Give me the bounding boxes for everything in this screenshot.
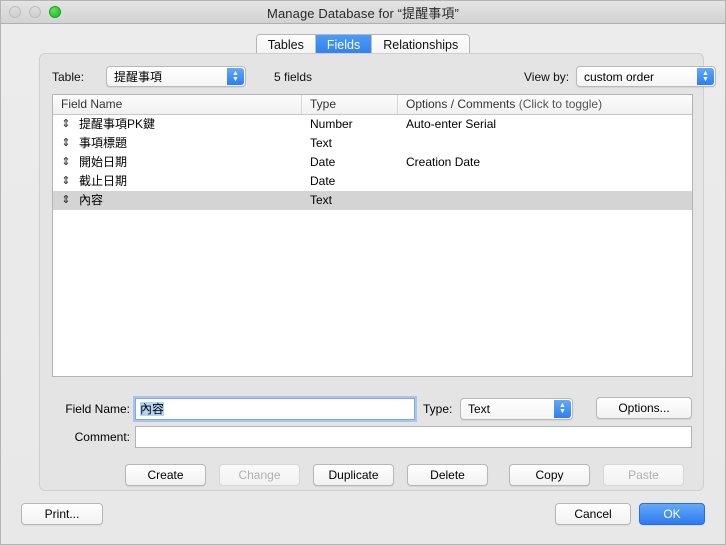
row-field-type: Number: [310, 117, 353, 131]
table-row-selected[interactable]: ⇕ 內容 Text: [53, 191, 692, 210]
chevron-updown-icon: ▲ ▼: [554, 400, 571, 418]
row-drag-handle-icon[interactable]: ⇕: [53, 134, 79, 153]
row-field-options: [398, 134, 692, 153]
row-drag-handle-icon[interactable]: ⇕: [53, 153, 79, 172]
row-drag-handle-icon[interactable]: ⇕: [53, 172, 79, 191]
table-row[interactable]: ⇕ 事項標題 Text: [53, 134, 692, 153]
window-title: Manage Database for “提醒事項”: [267, 5, 459, 21]
row-field-options: Auto-enter Serial: [406, 117, 497, 131]
table-row[interactable]: ⇕ 提醒事項PK鍵 Number Auto-enter Serial: [53, 115, 692, 134]
table-select-value: 提醒事項: [114, 70, 163, 84]
column-header-options[interactable]: Options / Comments (Click to toggle): [398, 95, 692, 114]
row-field-options: Creation Date: [406, 155, 481, 169]
field-list[interactable]: Field Name Type Options / Comments (Clic…: [52, 94, 693, 377]
view-by-select[interactable]: custom order ▲ ▼: [576, 66, 716, 87]
field-name-input-value: 內容: [140, 402, 165, 416]
title-bar: Manage Database for “提醒事項”: [1, 1, 725, 24]
paste-button: Paste: [603, 464, 684, 486]
table-row[interactable]: ⇕ 截止日期 Date: [53, 172, 692, 191]
column-header-options-text: Options / Comments: [406, 97, 516, 111]
delete-button[interactable]: Delete: [407, 464, 488, 486]
chevron-updown-icon: ▲ ▼: [697, 68, 714, 85]
row-field-options: [398, 191, 692, 210]
manage-database-window: Manage Database for “提醒事項” Tables Fields…: [0, 0, 726, 545]
chevron-updown-icon: ▲ ▼: [227, 68, 244, 85]
minimize-button[interactable]: [29, 6, 41, 18]
row-field-name: 提醒事項PK鍵: [79, 117, 156, 131]
type-label: Type:: [423, 402, 453, 416]
row-drag-handle-icon[interactable]: ⇕: [53, 191, 79, 210]
duplicate-button[interactable]: Duplicate: [313, 464, 394, 486]
table-label: Table:: [52, 70, 85, 84]
row-field-name: 事項標題: [79, 136, 128, 150]
table-controls-row: Table: 提醒事項 ▲ ▼ 5 fields View by: custom …: [52, 66, 716, 88]
ok-button[interactable]: OK: [639, 503, 705, 525]
row-field-name: 開始日期: [79, 155, 128, 169]
row-field-type: Text: [310, 136, 333, 150]
comment-label: Comment:: [74, 430, 130, 444]
copy-button[interactable]: Copy: [509, 464, 590, 486]
row-field-type: Date: [310, 174, 336, 188]
change-button: Change: [219, 464, 300, 486]
table-select[interactable]: 提醒事項 ▲ ▼: [106, 66, 246, 87]
field-name-label: Field Name:: [65, 402, 130, 416]
column-header-options-hint: (Click to toggle): [518, 97, 603, 111]
field-count-label: 5 fields: [274, 70, 313, 84]
traffic-lights: [9, 6, 61, 18]
field-name-input[interactable]: 內容: [135, 398, 415, 420]
view-by-label: View by:: [524, 70, 570, 84]
print-button[interactable]: Print...: [21, 503, 103, 525]
row-field-options: [398, 172, 692, 191]
column-header-field-name[interactable]: Field Name: [53, 95, 302, 114]
comment-input[interactable]: [135, 426, 692, 448]
options-button[interactable]: Options...: [596, 397, 692, 419]
close-button[interactable]: [9, 6, 21, 18]
type-select-value: Text: [468, 402, 491, 416]
zoom-button[interactable]: [49, 6, 61, 18]
table-row[interactable]: ⇕ 開始日期 Date Creation Date: [53, 153, 692, 172]
row-field-type: Date: [310, 155, 336, 169]
row-field-name: 內容: [79, 193, 104, 207]
row-field-type: Text: [310, 193, 333, 207]
field-list-header: Field Name Type Options / Comments (Clic…: [53, 95, 692, 115]
row-drag-handle-icon[interactable]: ⇕: [53, 115, 79, 134]
cancel-button[interactable]: Cancel: [555, 503, 631, 525]
fields-panel: Table: 提醒事項 ▲ ▼ 5 fields View by: custom …: [39, 53, 716, 491]
row-field-name: 截止日期: [79, 174, 128, 188]
view-by-select-value: custom order: [584, 69, 655, 84]
column-header-type[interactable]: Type: [302, 95, 398, 114]
create-button[interactable]: Create: [125, 464, 206, 486]
type-select[interactable]: Text ▲ ▼: [460, 398, 573, 420]
